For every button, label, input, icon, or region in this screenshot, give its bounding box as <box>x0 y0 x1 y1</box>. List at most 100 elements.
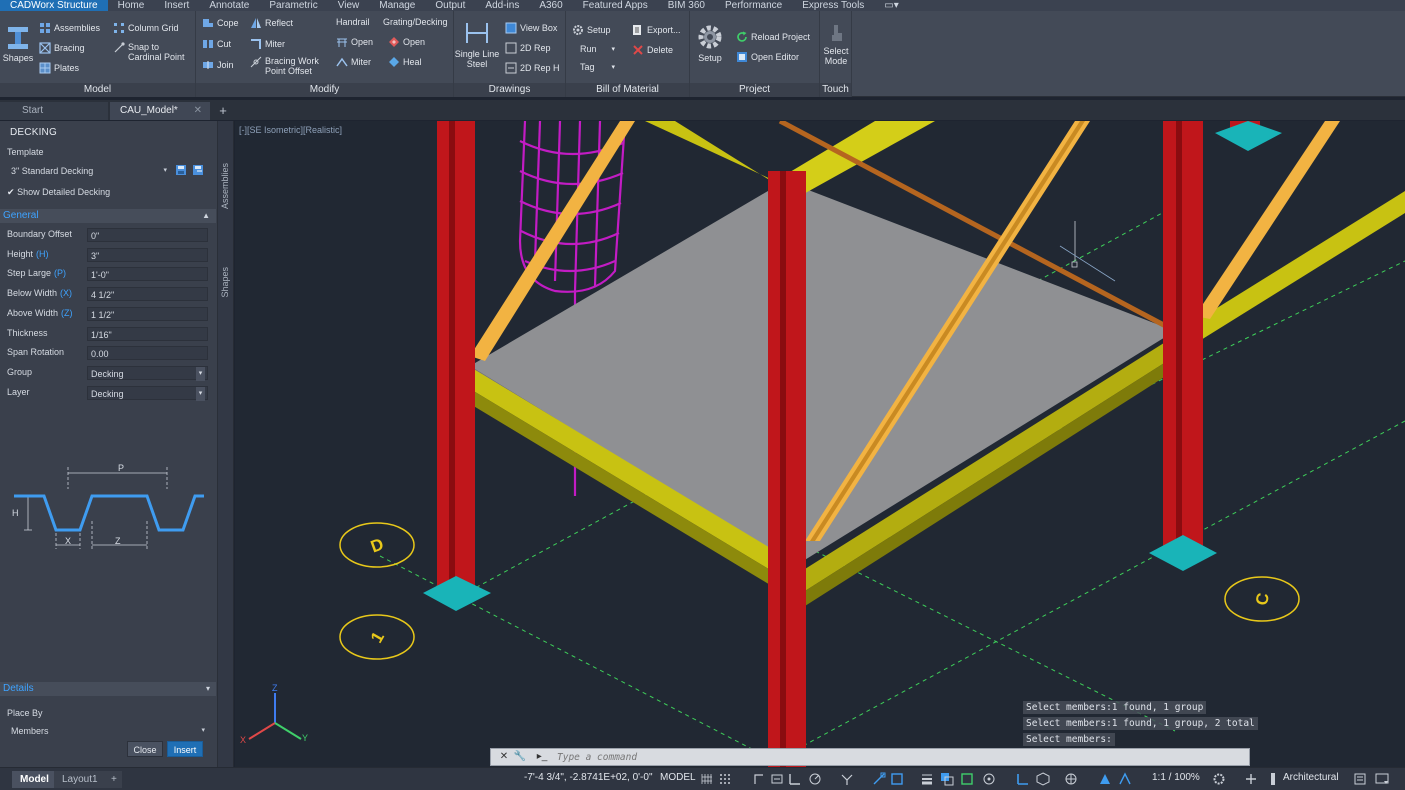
grid-display-icon[interactable] <box>700 772 714 786</box>
show-detailed-decking-checkbox[interactable]: ✔ Show Detailed Decking <box>7 187 110 198</box>
view-box-button[interactable]: View Box <box>505 22 557 34</box>
bracing-button[interactable]: Bracing <box>39 42 85 54</box>
transparency-icon[interactable] <box>940 772 954 786</box>
bom-delete-button[interactable]: Delete <box>632 44 673 56</box>
2d-rep-h-button[interactable]: 2D Rep H <box>505 62 560 74</box>
ribbon-tab-insert[interactable]: Insert <box>154 0 199 11</box>
property-value-field[interactable]: 3" <box>87 247 208 262</box>
wrench-icon[interactable]: 🔧 <box>513 750 527 764</box>
reflect-button[interactable]: Reflect <box>250 17 293 29</box>
single-line-steel-button[interactable]: Single Line Steel <box>454 19 500 69</box>
ribbon-tab-output[interactable]: Output <box>425 0 475 11</box>
shapes-button[interactable]: Shapes <box>3 23 33 63</box>
add-layout-plus-icon[interactable]: + <box>106 771 122 788</box>
layout-tab-layout1[interactable]: Layout1 <box>54 771 106 788</box>
2d-rep-button[interactable]: 2D Rep <box>505 42 551 54</box>
property-value-field[interactable]: 1/16" <box>87 326 208 341</box>
chevron-down-icon[interactable]: ▾ <box>196 366 205 381</box>
ribbon-tab-add-ins[interactable]: Add-ins <box>475 0 529 11</box>
property-value-field[interactable]: 1'-0" <box>87 267 208 282</box>
bom-setup-button[interactable]: Setup <box>572 24 611 36</box>
snap-mode-icon[interactable] <box>718 772 732 786</box>
property-value-field[interactable]: 1 1/2" <box>87 306 208 321</box>
object-snap-icon[interactable] <box>890 772 904 786</box>
isolate-objects-icon[interactable] <box>1266 772 1280 786</box>
property-value-field[interactable]: 0" <box>87 228 208 242</box>
gizmo-icon[interactable] <box>1064 772 1078 786</box>
ribbon-tab-manage[interactable]: Manage <box>369 0 425 11</box>
side-tab-shapes[interactable]: Shapes <box>220 267 230 298</box>
ribbon-tab-performance[interactable]: Performance <box>715 0 792 11</box>
grating-heal-button[interactable]: Heal <box>388 56 422 68</box>
ribbon-tab-home[interactable]: Home <box>108 0 155 11</box>
coordinate-readout[interactable]: -7'-4 3/4", -2.8741E+02, 0'-0" <box>524 772 653 783</box>
ribbon-tab-a360[interactable]: A360 <box>529 0 572 11</box>
open-editor-button[interactable]: Open Editor <box>736 51 799 63</box>
grating-open-button[interactable]: Open <box>388 36 425 48</box>
select-mode-button[interactable]: Select Mode <box>821 23 851 66</box>
close-button[interactable]: Close <box>127 741 163 757</box>
property-value-field[interactable]: Decking ▾ <box>87 365 208 381</box>
chevron-down-icon[interactable]: ▾ <box>196 386 205 401</box>
template-select[interactable]: 3" Standard Decking ▾ <box>7 163 171 177</box>
property-value-field[interactable]: Decking ▾ <box>87 385 208 401</box>
cut-button[interactable]: Cut <box>202 38 231 50</box>
ribbon-tab-cadworx-structure[interactable]: CADWorx Structure <box>0 0 108 11</box>
save-as-template-icon[interactable] <box>192 164 204 176</box>
selection-filter-icon[interactable] <box>1036 772 1050 786</box>
property-value-field[interactable]: 4 1/2" <box>87 287 208 302</box>
close-icon[interactable]: ✕ <box>497 750 511 764</box>
lineweight-icon[interactable] <box>920 772 934 786</box>
ribbon-tab-annotate[interactable]: Annotate <box>199 0 259 11</box>
save-template-icon[interactable] <box>175 164 187 176</box>
details-section-header[interactable]: Details ▾ <box>0 682 216 696</box>
annotation-scale-button[interactable]: 1:1 / 100% <box>1152 772 1200 783</box>
dynamic-ucs-icon[interactable] <box>1016 772 1030 786</box>
property-value-field[interactable]: 0.00 <box>87 346 208 361</box>
doc-tab-cau-model[interactable]: CAU_Model* ✕ <box>110 102 210 120</box>
command-input[interactable] <box>557 750 1237 764</box>
insert-button[interactable]: Insert <box>167 741 203 757</box>
isodraft-icon[interactable] <box>840 772 854 786</box>
polar-tracking-icon[interactable] <box>808 772 822 786</box>
object-snap-tracking-icon[interactable] <box>872 772 886 786</box>
3d-object-snap-icon[interactable] <box>982 772 996 786</box>
layout-tab-model[interactable]: Model <box>12 771 57 788</box>
bom-export-button[interactable]: Export... <box>632 24 681 36</box>
handrail-open-button[interactable]: Open <box>336 36 373 48</box>
plates-button[interactable]: Plates <box>39 62 79 74</box>
annotation-visibility-icon[interactable] <box>1098 772 1112 786</box>
ribbon-overflow-icon[interactable]: ▭▾ <box>874 0 908 11</box>
viewport-controls-label[interactable]: [-][SE Isometric][Realistic] <box>239 125 342 135</box>
bracing-work-point-offset-button[interactable]: Bracing Work Point Offset <box>250 56 319 76</box>
ortho-mode-icon[interactable] <box>788 772 802 786</box>
bom-tag-button[interactable]: Tag ▾ <box>580 62 615 72</box>
miter-button[interactable]: Miter <box>250 38 285 50</box>
model-viewport[interactable]: D 1 C Z X Y [-][SE Isometric][Realistic]… <box>235 121 1405 767</box>
quick-properties-icon[interactable] <box>1353 772 1367 786</box>
ribbon-tab-parametric[interactable]: Parametric <box>259 0 327 11</box>
units-button[interactable]: Architectural <box>1283 772 1339 783</box>
infer-constraints-icon[interactable] <box>752 772 766 786</box>
auto-scale-icon[interactable] <box>1118 772 1132 786</box>
reload-project-button[interactable]: Reload Project <box>736 31 810 43</box>
side-tab-assemblies[interactable]: Assemblies <box>220 163 230 209</box>
customization-menu-icon[interactable] <box>1375 772 1389 786</box>
command-prompt-icon[interactable]: ▸_ <box>535 750 549 764</box>
assemblies-button[interactable]: Assemblies <box>39 22 100 34</box>
place-by-select[interactable]: Members ▾ <box>7 723 209 737</box>
selection-cycling-icon[interactable] <box>960 772 974 786</box>
model-space-button[interactable]: MODEL <box>660 772 696 783</box>
new-tab-plus-icon[interactable]: + <box>215 103 231 119</box>
ribbon-tab-express-tools[interactable]: Express Tools <box>792 0 874 11</box>
doc-tab-start[interactable]: Start <box>0 102 108 120</box>
handrail-miter-button[interactable]: Miter <box>336 56 371 68</box>
snap-to-cardinal-point-button[interactable]: Snap to Cardinal Point <box>113 42 185 62</box>
join-button[interactable]: Join <box>202 59 234 71</box>
close-icon[interactable]: ✕ <box>194 102 202 120</box>
dynamic-input-icon[interactable] <box>770 772 784 786</box>
gear-icon[interactable] <box>1212 772 1226 786</box>
project-setup-button[interactable]: Setup <box>694 23 726 63</box>
add-plus-icon[interactable] <box>1244 772 1258 786</box>
bom-run-button[interactable]: Run ▾ <box>580 44 615 54</box>
